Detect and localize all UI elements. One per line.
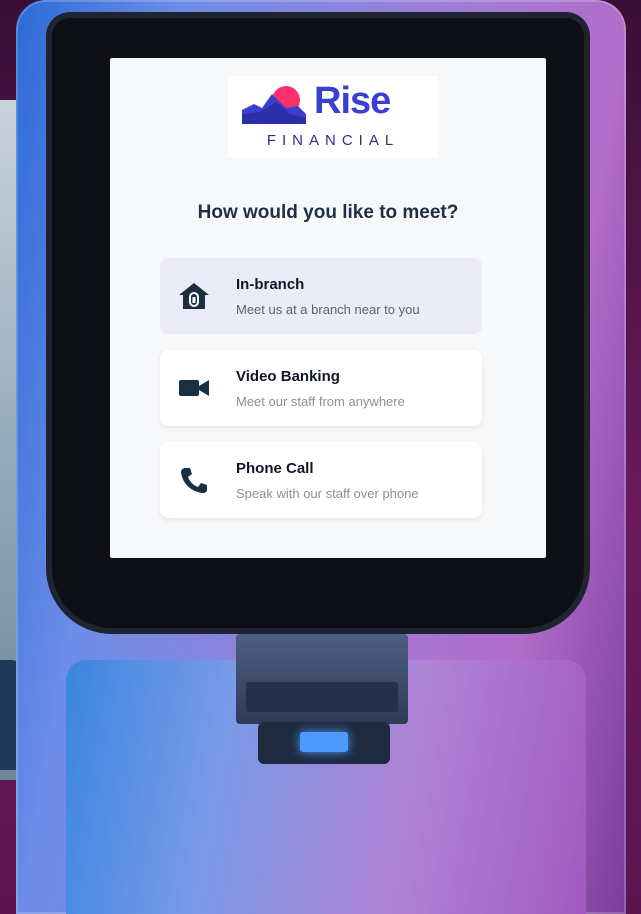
option-subtitle: Meet our staff from anywhere bbox=[236, 394, 405, 409]
option-title: In-branch bbox=[236, 276, 305, 293]
option-title: Phone Call bbox=[236, 460, 314, 477]
kiosk-scene: Rise FINANCIAL How would you like to mee… bbox=[0, 0, 641, 914]
brand-subtitle: FINANCIAL bbox=[266, 132, 400, 149]
reader-light bbox=[300, 732, 348, 752]
page-title: How would you like to meet? bbox=[197, 202, 459, 223]
contactless-reader bbox=[258, 722, 390, 764]
kiosk-screen: Rise FINANCIAL How would you like to mee… bbox=[110, 58, 546, 558]
brand-logo: Rise FINANCIAL bbox=[228, 76, 438, 158]
option-video-banking[interactable]: Video Banking Meet our staff from anywhe… bbox=[160, 350, 482, 426]
brand-name: Rise bbox=[314, 80, 391, 122]
video-camera-icon bbox=[179, 380, 209, 396]
branch-house-icon bbox=[179, 283, 209, 309]
option-in-branch[interactable]: In-branch Meet us at a branch near to yo… bbox=[160, 258, 482, 334]
rise-logo-mark-icon bbox=[242, 86, 306, 124]
option-title: Video Banking bbox=[236, 368, 340, 385]
option-subtitle: Meet us at a branch near to you bbox=[236, 302, 420, 317]
phone-icon bbox=[181, 468, 207, 493]
option-phone-call[interactable]: Phone Call Speak with our staff over pho… bbox=[160, 442, 482, 518]
option-subtitle: Speak with our staff over phone bbox=[236, 486, 419, 501]
keypad bbox=[246, 682, 398, 712]
card-slot bbox=[236, 634, 408, 724]
